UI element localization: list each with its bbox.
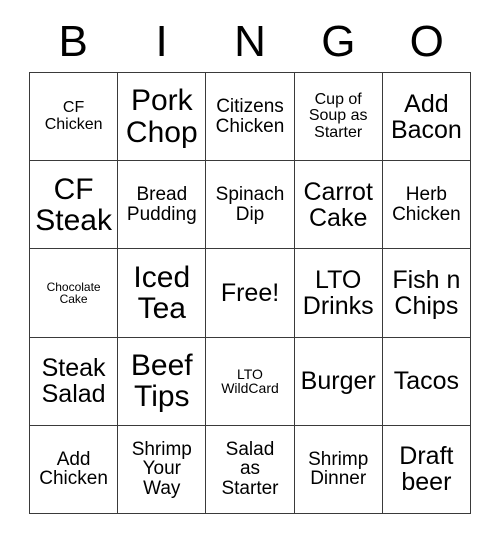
bingo-cell-label: Bread Pudding <box>126 184 197 225</box>
bingo-cell-label: CF Chicken <box>44 98 103 133</box>
header-letter-i: I <box>155 17 168 66</box>
bingo-cell-r4c4[interactable]: Burger <box>294 337 383 426</box>
bingo-cell-label: Tacos <box>393 367 460 396</box>
bingo-cell-label: Salad as Starter <box>221 438 279 500</box>
bingo-cell-label: CF Steak <box>35 172 112 237</box>
bingo-cell-label: Steak Salad <box>41 354 106 409</box>
bingo-cell-r1c5[interactable]: Add Bacon <box>382 73 471 162</box>
bingo-cell-r3c2[interactable]: Iced Tea <box>118 249 207 338</box>
bingo-cell-r3c1[interactable]: Chocolate Cake <box>30 249 119 338</box>
bingo-cell-r2c2[interactable]: Bread Pudding <box>118 161 207 250</box>
bingo-cell-r2c3[interactable]: Spinach Dip <box>206 161 295 250</box>
bingo-cell-label: Burger <box>300 367 376 396</box>
bingo-cell-label: Citizens Chicken <box>215 95 285 137</box>
bingo-cell-r4c3[interactable]: LTO WildCard <box>206 337 295 426</box>
bingo-cell-r3c3[interactable]: Free! <box>206 249 295 338</box>
header-letter-n: N <box>234 17 266 66</box>
bingo-cell-r4c1[interactable]: Steak Salad <box>30 337 119 426</box>
bingo-card: B I N G O CF Chicken Pork Chop Citizens Ch… <box>29 14 471 514</box>
bingo-header-row: B I N G O <box>29 14 471 72</box>
bingo-cell-label: LTO Drinks <box>302 265 374 320</box>
bingo-cell-r5c3[interactable]: Salad as Starter <box>206 425 295 514</box>
bingo-cell-label: Add Bacon <box>390 89 462 144</box>
header-letter-b: B <box>58 17 88 66</box>
bingo-cell-r5c2[interactable]: Shrimp Your Way <box>118 425 207 514</box>
bingo-cell-label: Cup of Soup as Starter <box>308 90 368 141</box>
bingo-cell-r3c5[interactable]: Fish n Chips <box>382 249 471 338</box>
bingo-grid: CF Chicken Pork Chop Citizens Chicken Cup o… <box>29 72 471 514</box>
bingo-cell-r4c5[interactable]: Tacos <box>382 337 471 426</box>
header-letter-o: O <box>409 17 444 66</box>
bingo-cell-r1c2[interactable]: Pork Chop <box>118 73 207 162</box>
bingo-cell-r5c5[interactable]: Draft beer <box>382 425 471 514</box>
bingo-cell-r5c1[interactable]: Add Chicken <box>30 425 119 514</box>
bingo-cell-label: Shrimp Your Way <box>131 438 192 500</box>
bingo-cell-r4c2[interactable]: Beef Tips <box>118 337 207 426</box>
header-letter-g: G <box>321 17 356 66</box>
bingo-cell-label: Herb Chicken <box>392 184 461 225</box>
bingo-cell-label: Chocolate Cake <box>46 279 101 306</box>
bingo-cell-r3c4[interactable]: LTO Drinks <box>294 249 383 338</box>
bingo-cell-label: Spinach Dip <box>215 184 285 225</box>
bingo-cell-label: Carrot Cake <box>303 177 373 232</box>
bingo-cell-label: Shrimp Dinner <box>308 448 369 490</box>
bingo-cell-r1c3[interactable]: Citizens Chicken <box>206 73 295 162</box>
bingo-cell-r5c4[interactable]: Shrimp Dinner <box>294 425 383 514</box>
bingo-cell-label: Draft beer <box>399 442 454 497</box>
bingo-cell-label: Free! <box>220 278 280 307</box>
bingo-cell-label: Beef Tips <box>130 348 193 414</box>
bingo-cell-label: Add Chicken <box>39 448 108 490</box>
bingo-cell-r2c1[interactable]: CF Steak <box>30 161 119 250</box>
bingo-cell-r1c1[interactable]: CF Chicken <box>30 73 119 162</box>
bingo-cell-label: LTO WildCard <box>221 365 279 397</box>
bingo-cell-label: Iced Tea <box>133 260 191 325</box>
bingo-cell-label: Pork Chop <box>125 84 198 149</box>
bingo-cell-label: Fish n Chips <box>392 265 461 320</box>
bingo-cell-r2c4[interactable]: Carrot Cake <box>294 161 383 250</box>
bingo-cell-r2c5[interactable]: Herb Chicken <box>382 161 471 250</box>
bingo-cell-r1c4[interactable]: Cup of Soup as Starter <box>294 73 383 162</box>
